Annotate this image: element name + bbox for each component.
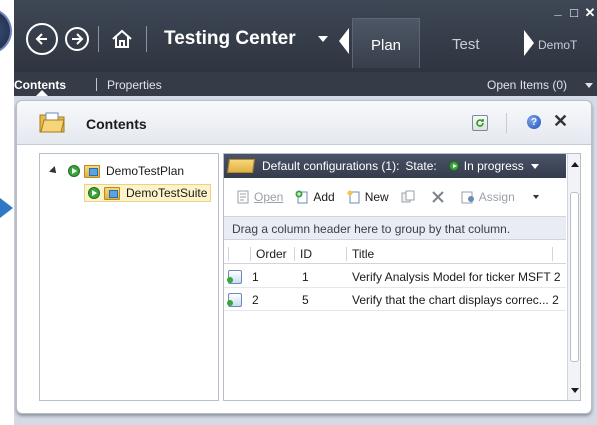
close-window-button[interactable]: ✕ bbox=[582, 5, 597, 21]
tab-test[interactable]: Test bbox=[452, 36, 480, 53]
row-id: 1 bbox=[302, 270, 309, 284]
open-items-menu[interactable]: Open Items (0) bbox=[487, 78, 567, 92]
row-title: Verify Analysis Model for ticker MSFT 2 bbox=[352, 270, 561, 284]
column-extra bbox=[552, 247, 564, 261]
assign-icon bbox=[461, 191, 474, 204]
test-case-icon bbox=[227, 270, 242, 284]
contents-folder-icon bbox=[39, 112, 65, 133]
forward-button[interactable] bbox=[65, 27, 89, 51]
in-progress-status-icon bbox=[88, 187, 100, 199]
scroll-thumb[interactable] bbox=[570, 192, 579, 362]
row-id: 5 bbox=[302, 293, 309, 307]
table-row[interactable]: 1 1 Verify Analysis Model for ticker MSF… bbox=[224, 266, 566, 288]
panel-header: Contents ? ✕ bbox=[17, 101, 591, 145]
back-button[interactable] bbox=[26, 23, 58, 55]
column-icon-header bbox=[228, 247, 250, 261]
tree-item-demotestplan[interactable]: DemoTestPlan bbox=[49, 162, 185, 180]
folder-icon bbox=[84, 164, 100, 178]
subnav-properties-link[interactable]: Properties bbox=[107, 78, 162, 92]
tab-plan[interactable]: Plan bbox=[352, 18, 420, 68]
desktop-arrow-icon bbox=[0, 198, 13, 218]
test-plan-tree: DemoTestPlan DemoTestSuite bbox=[39, 153, 219, 401]
help-icon[interactable]: ? bbox=[527, 115, 541, 129]
tab-demo[interactable]: DemoT bbox=[538, 38, 577, 52]
copy-button[interactable] bbox=[401, 190, 419, 204]
back-arrow-icon bbox=[35, 33, 47, 45]
column-order[interactable]: Order bbox=[250, 247, 294, 261]
tree-item-demotestsuite[interactable]: DemoTestSuite bbox=[84, 184, 212, 202]
tree-expand-icon[interactable] bbox=[49, 166, 59, 176]
app-menu-dropdown-icon[interactable] bbox=[318, 36, 328, 42]
home-button[interactable] bbox=[110, 27, 134, 51]
open-icon bbox=[237, 190, 249, 204]
remove-icon bbox=[432, 191, 444, 203]
tree-item-label: DemoTestSuite bbox=[126, 186, 208, 200]
tab-scroll-right-icon[interactable] bbox=[524, 30, 534, 56]
folder-icon bbox=[104, 186, 120, 200]
test-case-icon bbox=[227, 293, 242, 307]
table-row[interactable]: 2 5 Verify that the chart displays corre… bbox=[224, 289, 566, 311]
sub-navigation: Contents Properties Open Items (0) bbox=[14, 72, 597, 96]
subnav-separator bbox=[96, 78, 97, 91]
in-progress-status-icon bbox=[448, 161, 459, 171]
title-bar: Testing Center Plan Test DemoT _ □ ✕ bbox=[14, 0, 597, 72]
chevron-down-icon[interactable] bbox=[530, 163, 539, 169]
column-id[interactable]: ID bbox=[294, 247, 344, 261]
assign-label: Assign bbox=[478, 190, 515, 204]
title-separator bbox=[98, 26, 99, 52]
chevron-down-icon bbox=[585, 83, 593, 88]
open-label: Open bbox=[254, 190, 284, 204]
new-button[interactable]: New bbox=[347, 190, 389, 204]
add-label: Add bbox=[313, 190, 335, 204]
title-separator bbox=[146, 26, 147, 52]
tree-item-label: DemoTestPlan bbox=[106, 164, 185, 178]
new-label: New bbox=[364, 190, 389, 204]
scroll-down-icon[interactable] bbox=[571, 388, 579, 393]
open-button[interactable]: Open bbox=[236, 190, 283, 204]
column-headers: Order ID Title bbox=[224, 244, 566, 264]
column-title[interactable]: Title bbox=[346, 247, 546, 261]
add-icon bbox=[295, 190, 308, 204]
new-icon bbox=[347, 190, 360, 204]
state-value[interactable]: In progress bbox=[464, 159, 524, 173]
default-configurations-link[interactable]: Default configurations (1): bbox=[262, 159, 399, 173]
row-order: 2 bbox=[252, 293, 259, 307]
refresh-icon bbox=[476, 119, 484, 127]
test-cases-toolbar: Open Add New Assign bbox=[224, 186, 566, 208]
row-title: Verify that the chart displays correc...… bbox=[352, 293, 559, 307]
state-label: State: bbox=[405, 159, 437, 173]
test-cases-pane: Default configurations (1): State: In pr… bbox=[223, 153, 581, 401]
copy-icon bbox=[401, 190, 415, 203]
row-order: 1 bbox=[252, 270, 259, 284]
add-button[interactable]: Add bbox=[295, 190, 335, 204]
vertical-scrollbar[interactable] bbox=[567, 154, 580, 400]
scroll-up-icon[interactable] bbox=[571, 162, 579, 167]
suite-folder-icon bbox=[227, 159, 255, 173]
tab-scroll-left-icon[interactable] bbox=[339, 28, 349, 54]
in-progress-status-icon bbox=[68, 165, 80, 177]
app-title: Testing Center bbox=[164, 28, 296, 49]
forward-arrow-icon bbox=[72, 33, 84, 45]
contents-panel: Contents ? ✕ DemoTestPlan DemoTestSuite bbox=[16, 100, 592, 414]
panel-title: Contents bbox=[86, 116, 147, 132]
maximize-button[interactable]: □ bbox=[566, 5, 582, 20]
panel-header-separator bbox=[506, 113, 507, 133]
assign-button[interactable]: Assign bbox=[461, 190, 515, 204]
group-by-area[interactable]: Drag a column header here to group by th… bbox=[224, 216, 566, 240]
minimize-button[interactable]: _ bbox=[550, 2, 566, 17]
home-icon bbox=[112, 29, 132, 48]
toolbar-overflow-icon[interactable] bbox=[532, 195, 539, 199]
remove-button[interactable] bbox=[431, 190, 449, 204]
close-panel-button[interactable]: ✕ bbox=[553, 111, 568, 132]
active-view-caret-icon bbox=[36, 90, 48, 96]
refresh-button[interactable] bbox=[472, 115, 488, 131]
suite-header: Default configurations (1): State: In pr… bbox=[224, 154, 566, 178]
testing-center-window: Testing Center Plan Test DemoT _ □ ✕ Con… bbox=[14, 0, 597, 425]
